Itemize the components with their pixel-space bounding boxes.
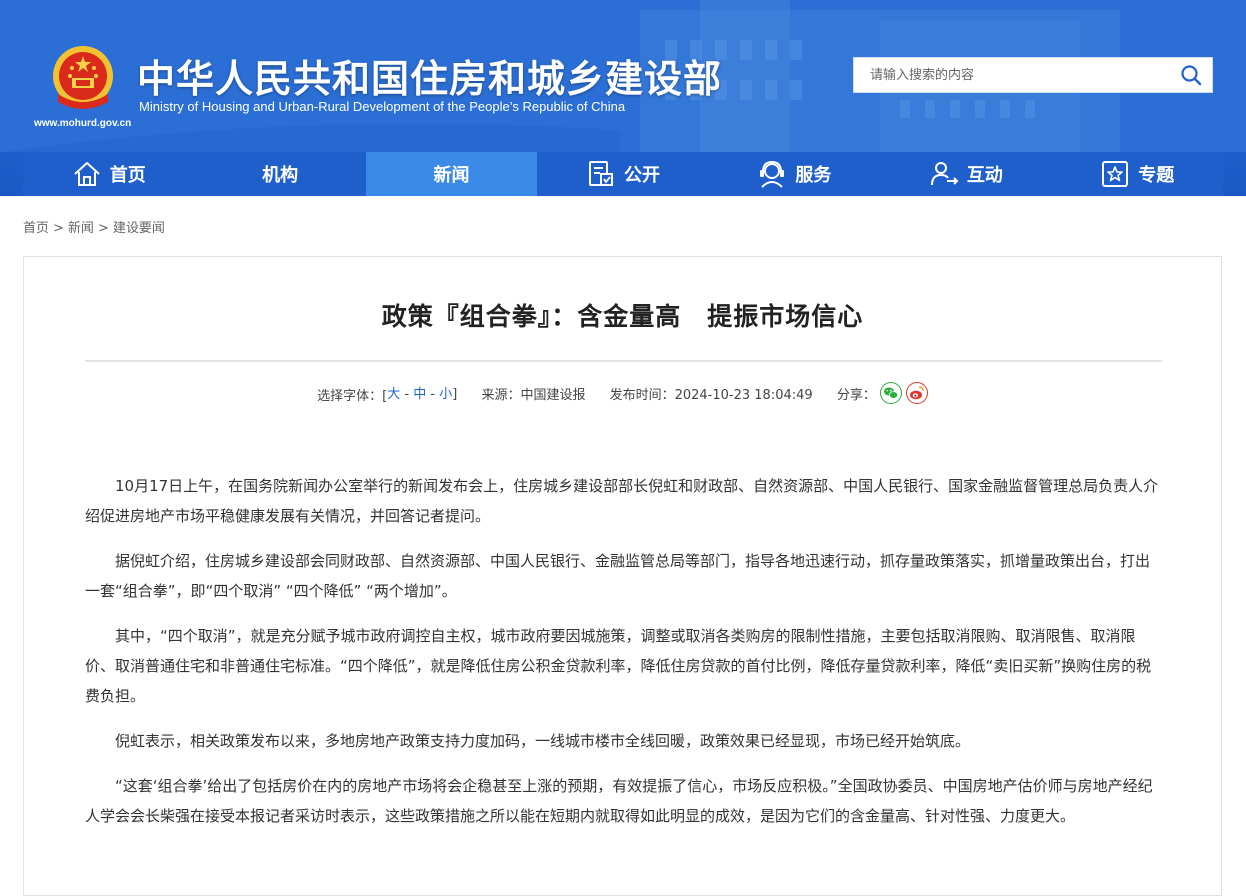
article-paragraph: 其中，“四个取消”，就是充分赋予城市政府调控自主权，城市政府要因城施策，调整或取… xyxy=(85,627,1152,705)
nav-item-home[interactable]: 首页 xyxy=(23,152,194,196)
nav-item-label: 新闻 xyxy=(433,165,470,186)
breadcrumb: 首页 > 新闻 > 建设要闻 xyxy=(23,217,165,236)
star-icon xyxy=(1102,161,1129,187)
font-size-label: 选择字体：[ xyxy=(317,388,388,404)
nav-item-label: 公开 xyxy=(623,165,660,186)
nav-item-label: 服务 xyxy=(795,165,832,186)
font-large-link[interactable]: 大 xyxy=(387,387,400,402)
font-small-link[interactable]: 小 xyxy=(439,387,452,402)
breadcrumb-separator: > xyxy=(97,221,109,236)
nav-item-interaction[interactable]: 互动 xyxy=(880,152,1051,196)
share-label: 分享： xyxy=(836,387,876,403)
article-paragraph: 据倪虹介绍，住房城乡建设部会同财政部、自然资源部、中国人民银行、金融监管总局等部… xyxy=(85,552,1151,600)
search-box xyxy=(853,57,1213,93)
nav-item-service[interactable]: 服务 xyxy=(709,152,880,196)
nav-item-topics[interactable]: 专题 xyxy=(1052,152,1223,196)
nav-item-label: 专题 xyxy=(1138,165,1175,186)
font-medium-link[interactable]: 中 xyxy=(413,387,426,402)
site-subtitle: Ministry of Housing and Urban-Rural Deve… xyxy=(139,99,626,114)
article-container: 政策『组合拳』：含金量高 提振市场信心 选择字体：[大 - 中 - 小] 来源：… xyxy=(23,256,1222,896)
document-icon xyxy=(588,161,613,186)
breadcrumb-construction-news-link[interactable]: 建设要闻 xyxy=(113,221,165,236)
nav-item-label: 首页 xyxy=(109,165,146,186)
weibo-share-icon[interactable] xyxy=(905,382,928,404)
title-divider xyxy=(85,360,1162,362)
site-url: www.mohurd.gov.cn xyxy=(34,118,132,129)
wechat-share-icon[interactable] xyxy=(879,382,902,404)
article-title: 政策『组合拳』：含金量高 提振市场信心 xyxy=(381,302,864,331)
article-paragraph: “这套‘组合拳’给出了包括房价在内的房地产市场将会企稳甚至上涨的预期，有效提振了… xyxy=(85,777,1153,825)
article-paragraph: 倪虹表示，相关政策发布以来，多地房地产政策支持力度加码，一线城市楼市全线回暖，政… xyxy=(115,732,971,750)
interaction-icon xyxy=(930,162,959,186)
national-emblem-icon xyxy=(53,46,113,109)
breadcrumb-news-link[interactable]: 新闻 xyxy=(68,221,94,236)
article-paragraph: 10月17日上午，在国务院新闻办公室举行的新闻发布会上，住房城乡建设部部长倪虹和… xyxy=(85,477,1159,525)
nav-item-label: 互动 xyxy=(966,165,1003,186)
nav-item-organization[interactable]: 机构 xyxy=(194,152,365,196)
publish-time: 发布时间：2024-10-23 18:04:49 xyxy=(609,387,813,403)
article-body: 10月17日上午，在国务院新闻办公室举行的新闻发布会上，住房城乡建设部部长倪虹和… xyxy=(85,471,1163,846)
share-group: 分享： xyxy=(836,382,928,404)
search-icon[interactable] xyxy=(1180,64,1202,86)
site-header: 中华人民共和国住房和城乡建设部 Ministry of Housing and … xyxy=(0,0,1246,196)
article-source: 来源：中国建设报 xyxy=(481,387,586,403)
breadcrumb-home-link[interactable]: 首页 xyxy=(23,221,49,236)
home-icon xyxy=(74,162,100,186)
article-meta: 选择字体：[大 - 中 - 小] 来源：中国建设报 发布时间：2024-10-2… xyxy=(24,382,1221,404)
nav-item-public[interactable]: 公开 xyxy=(537,152,708,196)
nav-item-news[interactable]: 新闻 xyxy=(365,152,538,196)
site-title: 中华人民共和国住房和城乡建设部 xyxy=(137,57,723,101)
main-nav: 首页 机构 新闻 公开 服务 互动 专题 xyxy=(23,152,1223,196)
nav-item-label: 机构 xyxy=(262,165,299,186)
breadcrumb-separator: > xyxy=(53,221,64,236)
service-icon xyxy=(760,160,785,188)
font-size-selector: 选择字体：[大 - 中 - 小] xyxy=(317,386,458,404)
search-input[interactable] xyxy=(854,58,1180,92)
font-size-close: ] xyxy=(452,386,458,402)
